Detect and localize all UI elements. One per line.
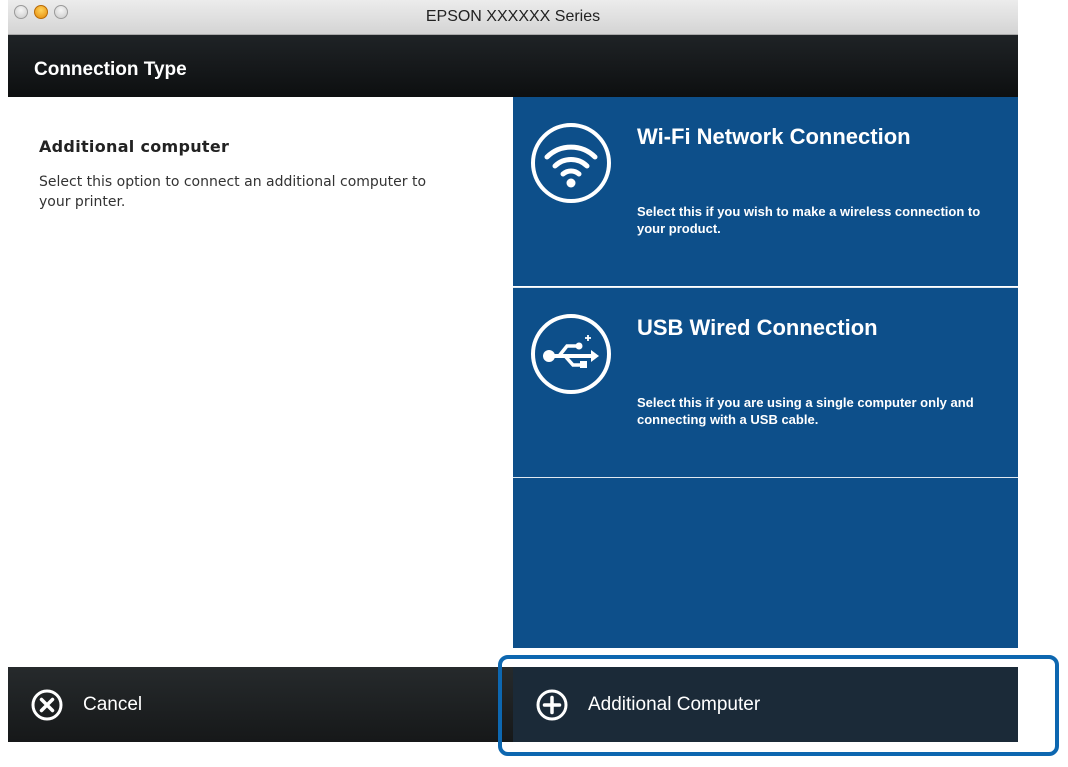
usb-icon <box>531 314 611 394</box>
additional-computer-button[interactable]: Additional Computer <box>513 667 1018 742</box>
usb-option-description: Select this if you are using a single co… <box>637 395 974 427</box>
title-bar: EPSON XXXXXX Series <box>8 0 1018 35</box>
app-window: EPSON XXXXXX Series Connection Type Addi… <box>8 0 1018 742</box>
plus-circle-icon <box>536 689 568 721</box>
selected-option-description: Select this option to connect an additio… <box>39 174 427 210</box>
usb-option-title: USB Wired Connection <box>637 315 878 340</box>
additional-computer-label: Additional Computer <box>588 694 761 715</box>
wifi-option-description: Select this if you wish to make a wirele… <box>637 204 981 236</box>
header-bar: Connection Type <box>8 35 1018 97</box>
bottom-bar: Cancel Additional Computer <box>8 667 1018 742</box>
window-title: EPSON XXXXXX Series <box>425 8 601 25</box>
empty-option-area <box>513 477 1018 648</box>
description-pane: Additional computer Select this option t… <box>8 97 513 667</box>
page-title: Connection Type <box>34 59 187 80</box>
selected-option-heading: Additional computer <box>39 137 230 156</box>
usb-connection-option[interactable]: USB Wired Connection Select this if you … <box>513 287 1018 477</box>
wifi-connection-option[interactable]: Wi-Fi Network Connection Select this if … <box>513 97 1018 286</box>
close-circle-icon <box>31 689 63 721</box>
cancel-button[interactable]: Cancel <box>8 667 513 742</box>
wifi-icon <box>531 123 611 203</box>
cancel-label: Cancel <box>83 694 143 715</box>
wifi-option-title: Wi-Fi Network Connection <box>637 124 911 149</box>
